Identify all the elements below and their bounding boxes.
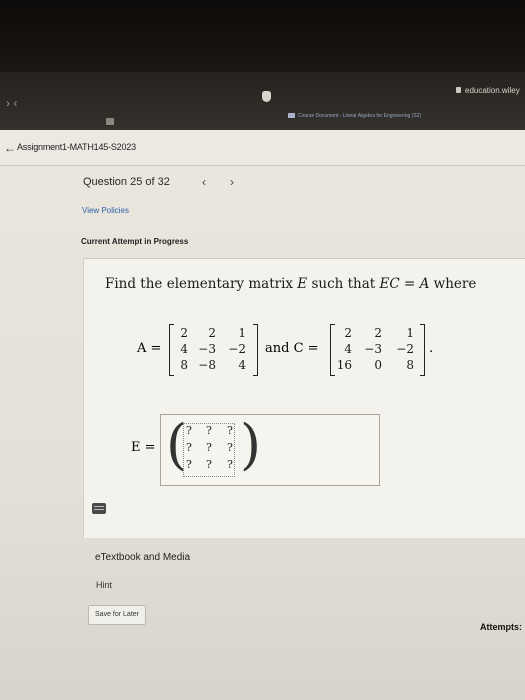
matrix-a-bracket-right xyxy=(253,324,258,376)
matrix-e-cell[interactable]: ? xyxy=(203,458,215,471)
browser-bar xyxy=(0,72,525,130)
matrix-c-cell: 0 xyxy=(374,358,382,372)
matrix-e-cell[interactable]: ? xyxy=(224,458,236,471)
etextbook-link[interactable]: eTextbook and Media xyxy=(95,552,190,563)
matrix-e-cell[interactable]: ? xyxy=(224,441,236,454)
matrix-c-cell: 8 xyxy=(406,358,414,372)
matrix-a-label: A = xyxy=(137,341,162,356)
prompt-var-ec: EC xyxy=(379,276,400,292)
matrix-a-cell: 4 xyxy=(238,358,246,372)
matrix-c-cell: 4 xyxy=(344,342,352,356)
matrix-c-cell: 2 xyxy=(344,326,352,340)
matrix-e-cell[interactable]: ? xyxy=(183,424,195,437)
prompt-equals: = xyxy=(399,276,420,292)
assignment-header: ← Assignment1-MATH145-S2023 xyxy=(0,130,525,166)
address-bar[interactable]: education.wiley xyxy=(456,86,520,95)
question-counter: Question 25 of 32 xyxy=(83,176,170,188)
matrix-a-cell: −2 xyxy=(228,342,246,356)
matrix-e-cell[interactable]: ? xyxy=(224,424,236,437)
prompt-var-a: A xyxy=(419,276,430,292)
question-card xyxy=(83,258,525,538)
prompt-text-mid: such that xyxy=(307,276,380,292)
matrix-a-cell: −8 xyxy=(198,358,216,372)
matrix-c-cell: 16 xyxy=(336,358,352,372)
matrix-e-cell[interactable]: ? xyxy=(183,441,195,454)
matrix-a-cell: −3 xyxy=(198,342,216,356)
matrix-c-cell: −2 xyxy=(396,342,414,356)
url-text: education.wiley xyxy=(465,86,520,95)
matrix-a-cell: 1 xyxy=(238,326,246,340)
prompt-text-end: where xyxy=(429,276,477,292)
hint-link[interactable]: Hint xyxy=(96,580,112,590)
matrix-c-bracket-right xyxy=(420,324,425,376)
prompt-var-e: E xyxy=(297,276,308,292)
assignment-title: Assignment1-MATH145-S2023 xyxy=(17,142,136,152)
browser-tab[interactable]: Course Document - Linear Algebra for Eng… xyxy=(288,113,421,119)
tab-favicon-icon[interactable] xyxy=(106,118,114,125)
matrix-c-label: and C = xyxy=(265,341,319,356)
document-icon xyxy=(288,113,295,119)
paren-right: ) xyxy=(240,413,262,476)
matrix-e-cell[interactable]: ? xyxy=(183,458,195,471)
matrix-e-cell[interactable]: ? xyxy=(203,441,215,454)
prompt-text: Find the elementary matrix xyxy=(105,276,298,292)
matrix-e-cell[interactable]: ? xyxy=(203,424,215,437)
save-for-later-button[interactable]: Save for Later xyxy=(88,605,146,625)
matrix-c-cell: 1 xyxy=(406,326,414,340)
tab-label: Course Document - Linear Algebra for Eng… xyxy=(298,113,422,119)
matrix-a-cell: 2 xyxy=(180,326,188,340)
matrix-e-label: E = xyxy=(131,440,156,455)
lock-icon xyxy=(456,87,461,93)
shield-icon[interactable] xyxy=(262,91,271,102)
period: . xyxy=(429,341,434,356)
next-question-button[interactable]: › xyxy=(230,175,234,189)
question-prompt: Find the elementary matrix E such that E… xyxy=(105,276,476,292)
matrix-c-cell: 2 xyxy=(374,326,382,340)
matrix-c-cell: −3 xyxy=(364,342,382,356)
back-arrow-icon[interactable]: ← xyxy=(4,141,16,155)
matrix-a-cell: 2 xyxy=(208,326,216,340)
matrix-a-cell: 4 xyxy=(180,342,188,356)
matrix-a-cell: 8 xyxy=(180,358,188,372)
view-policies-link[interactable]: View Policies xyxy=(82,206,129,215)
keyboard-icon[interactable] xyxy=(92,503,106,514)
prev-question-button[interactable]: ‹ xyxy=(202,175,206,189)
nav-arrows[interactable]: › ‹ xyxy=(6,96,17,110)
attempts-label: Attempts: xyxy=(480,622,522,632)
attempt-status: Current Attempt in Progress xyxy=(81,237,189,246)
